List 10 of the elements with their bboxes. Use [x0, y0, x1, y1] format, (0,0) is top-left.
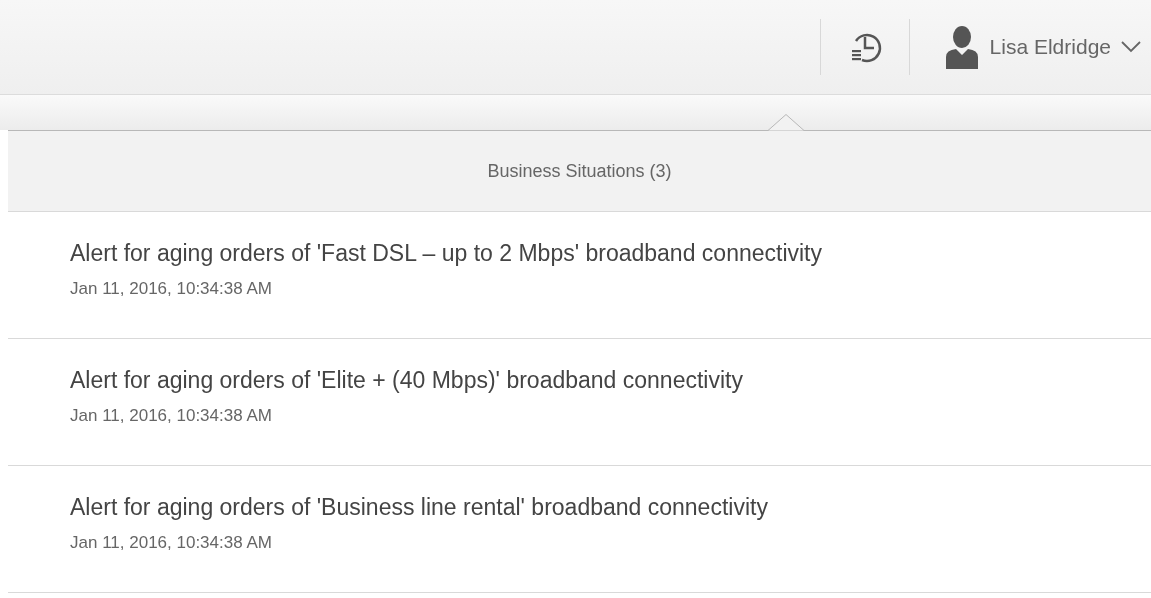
chevron-down-icon [1121, 41, 1141, 53]
user-menu-button[interactable]: Lisa Eldridge [909, 19, 1141, 75]
notification-title: Alert for aging orders of 'Business line rental' broadband connectivity [70, 494, 769, 521]
notification-time: Jan 11, 2016, 10:34:38 AM [70, 406, 273, 426]
notification-title: Alert for aging orders of 'Fast DSL – up to 2 Mbps' broadband connectivity [70, 240, 823, 267]
popover-title: Business Situations (3) [487, 160, 672, 182]
notification-time: Jan 11, 2016, 10:34:38 AM [70, 533, 273, 553]
person-icon [943, 25, 980, 69]
notification-time: Jan 11, 2016, 10:34:38 AM [70, 279, 273, 299]
notification-title: Alert for aging orders of 'Elite + (40 Mbps)' broadband connectivity [70, 367, 744, 394]
